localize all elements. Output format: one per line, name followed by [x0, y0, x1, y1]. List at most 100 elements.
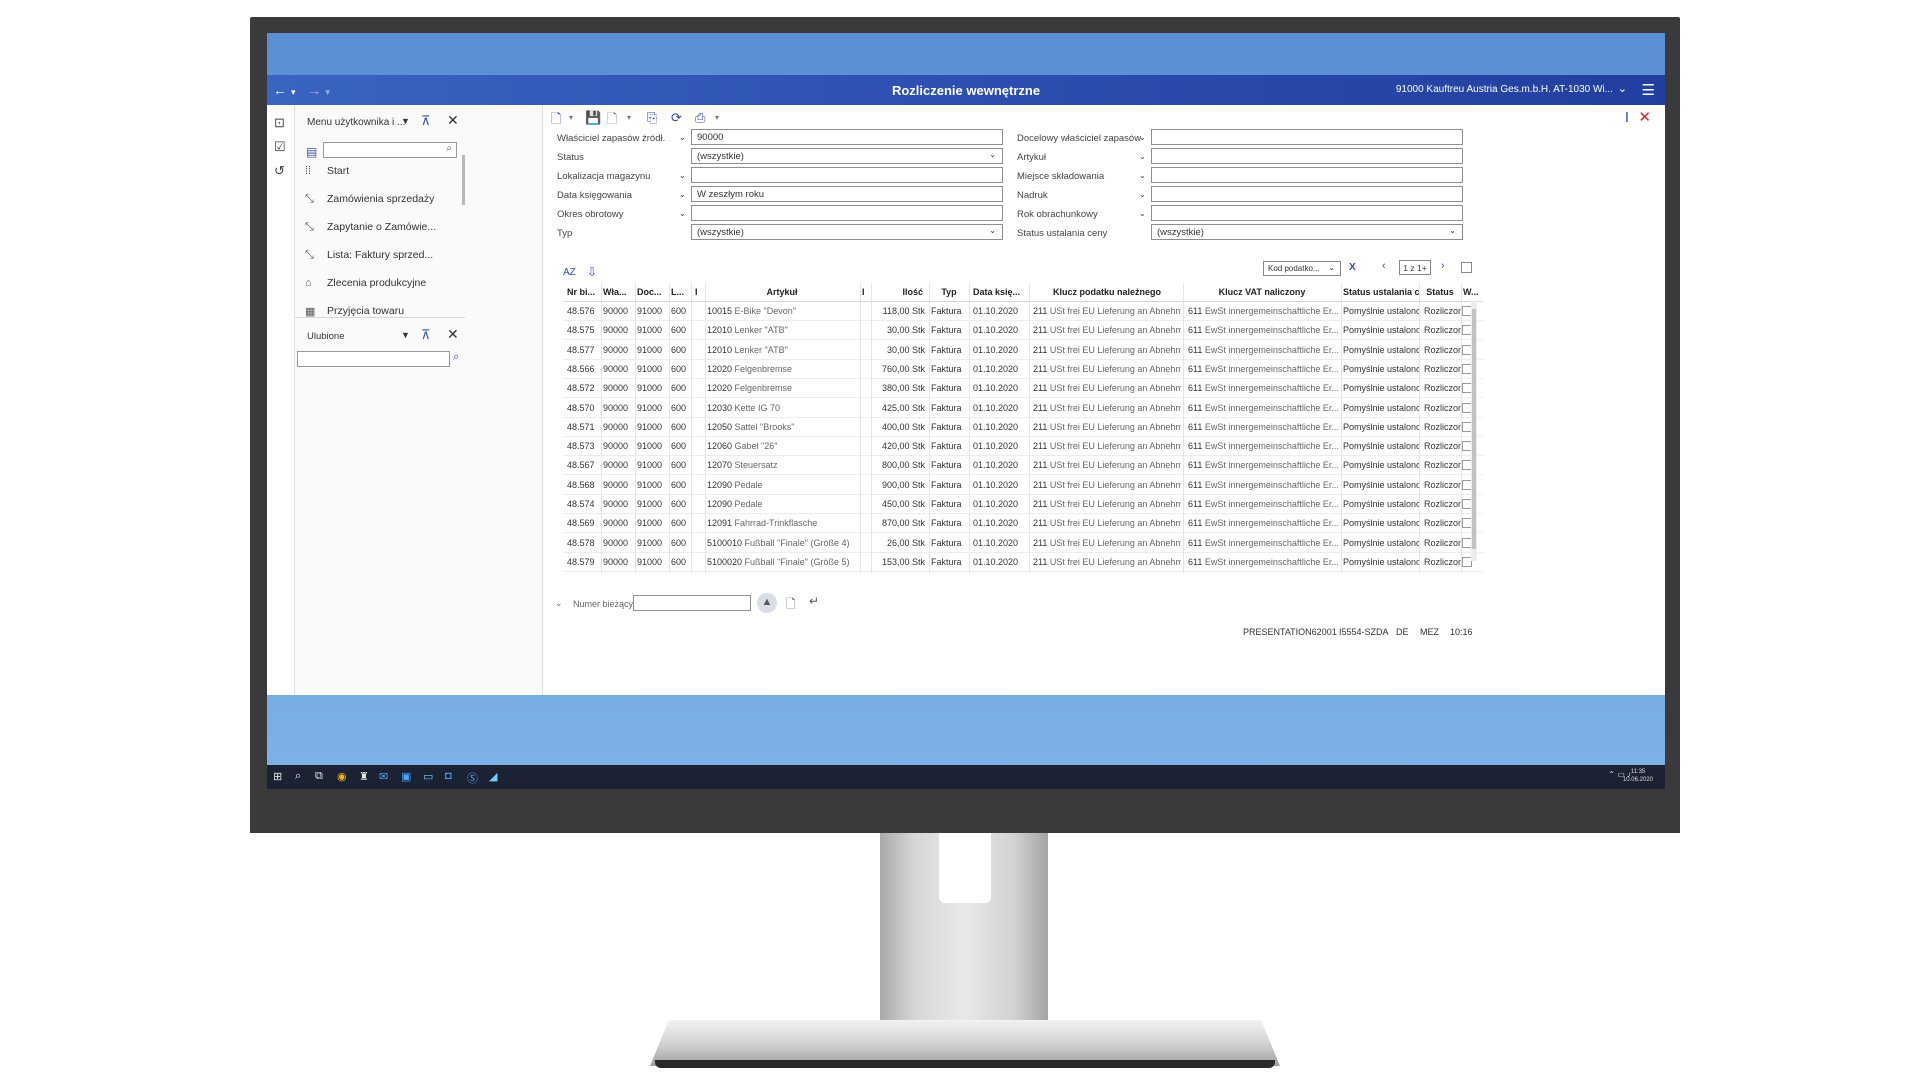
caret-down-icon[interactable]: ▼ — [401, 330, 410, 340]
column-header[interactable]: Typ — [931, 287, 967, 297]
text-cursor-icon[interactable]: Ⅰ — [1625, 109, 1629, 126]
column-header[interactable]: Klucz podatku należnego — [1031, 287, 1183, 297]
chevron-down-icon[interactable]: ⌄ — [679, 209, 686, 218]
mail-icon[interactable]: ✉ — [379, 770, 388, 783]
menu-item-sales-invoices[interactable]: ⤡ Lista: Faktury sprzed... — [305, 245, 455, 265]
column-header[interactable]: Doc... — [637, 287, 663, 297]
chevron-left-icon[interactable]: ‹ — [1382, 260, 1386, 272]
chevron-right-icon[interactable]: › — [1441, 260, 1445, 272]
column-header[interactable]: Nr bi... — [567, 287, 597, 297]
clipboard-check-icon[interactable]: ☑ — [274, 139, 286, 155]
chevron-down-icon[interactable]: ⌄ — [679, 133, 686, 142]
column-header[interactable]: Klucz VAT naliczony — [1185, 287, 1339, 297]
fiscal-period-input[interactable] — [691, 205, 1003, 221]
status-select[interactable]: (wszystkie) ⌄ — [691, 148, 1003, 164]
chevron-down-icon[interactable]: ⌄ — [1328, 263, 1335, 272]
select-all-checkbox[interactable] — [1461, 262, 1472, 273]
menu-item-order-inquiry[interactable]: ⤡ Zapytanie o Zamówie... — [305, 217, 455, 237]
favorites-header[interactable]: Ulubione — [307, 331, 345, 342]
print-input[interactable] — [1151, 186, 1463, 202]
hamburger-menu-icon[interactable]: ☰ — [1642, 81, 1655, 99]
posting-date-input[interactable]: W zeszłym roku — [691, 186, 1003, 202]
column-header[interactable]: I — [695, 287, 703, 297]
caret-down-icon[interactable]: ▾ — [627, 113, 631, 122]
table-row[interactable]: 48.576 90000 91000 600 10015 E-Bike "Devon" 1… — [563, 302, 1483, 321]
page-indicator[interactable]: 1 z 1+ — [1399, 260, 1431, 275]
caret-down-icon[interactable]: ▾ — [715, 113, 719, 122]
unpin-icon[interactable]: ⊼ — [421, 327, 431, 343]
outlook-icon[interactable]: ◘ — [445, 770, 452, 782]
chevron-down-icon[interactable]: ⌄ — [555, 598, 563, 609]
chevron-down-icon[interactable]: ⌄ — [1139, 190, 1146, 199]
menu-item-goods-receipts[interactable]: ▦ Przyjęcia towaru — [305, 301, 455, 321]
remote-desktop-icon[interactable]: ▭ — [423, 770, 433, 783]
menu-search-input[interactable]: ⌕ — [323, 142, 457, 158]
caret-down-icon[interactable]: ▾ — [569, 113, 573, 122]
print-icon[interactable]: ⎙ — [695, 110, 705, 126]
skype-icon[interactable]: Ⓢ — [467, 770, 478, 786]
column-select[interactable]: Kod podatko... ⌄ — [1263, 261, 1341, 276]
excel-export-icon[interactable]: X — [1349, 262, 1356, 273]
table-scrollbar[interactable] — [1471, 301, 1477, 561]
refresh-icon[interactable]: ⟳ — [671, 110, 682, 126]
table-row[interactable]: 48.573 90000 91000 600 12060 Gabel "26" 420,0… — [563, 437, 1483, 457]
column-header[interactable]: Data księ... — [973, 287, 1023, 297]
chevron-down-icon[interactable]: ⌄ — [679, 190, 686, 199]
warehouse-location-input[interactable] — [691, 167, 1003, 183]
table-row[interactable]: 48.577 90000 91000 600 12010 Lenker "ATB" 30,… — [563, 340, 1483, 360]
source-owner-input[interactable]: 90000 — [691, 129, 1003, 145]
chevron-down-icon[interactable]: ⌄ — [1139, 171, 1146, 180]
fiscal-year-input[interactable] — [1151, 205, 1463, 221]
column-header[interactable]: W... — [1463, 287, 1481, 297]
chevron-down-icon[interactable]: ⌄ — [989, 150, 996, 159]
user-menu-header[interactable]: Menu użytkownika i ... — [307, 117, 405, 128]
new-document-icon[interactable]: 🗋 — [551, 110, 561, 132]
column-header[interactable]: Status ustalania c... — [1343, 287, 1419, 297]
table-row[interactable]: 48.567 90000 91000 600 12070 Steuersatz 800,0… — [563, 456, 1483, 476]
column-header[interactable]: L... — [671, 287, 687, 297]
close-icon[interactable]: ✕ — [447, 326, 459, 343]
chevron-down-icon[interactable]: ⌄ — [1139, 133, 1146, 142]
chevron-down-icon[interactable]: ⌄ — [1139, 152, 1146, 161]
caret-down-icon[interactable]: ▼ — [401, 116, 410, 126]
table-row[interactable]: 48.579 90000 91000 600 5100020 Fußball "Fina… — [563, 553, 1483, 572]
copy-document-icon[interactable]: ⎘ — [647, 110, 657, 126]
chevron-down-icon[interactable]: ⌄ — [679, 171, 686, 180]
column-header[interactable]: Status — [1421, 287, 1459, 297]
app-icon[interactable]: ♜ — [359, 770, 369, 783]
list-view-icon[interactable]: ▤ — [306, 145, 317, 159]
menu-item-sales-orders[interactable]: ⤡ Zamówienia sprzedaży — [305, 189, 455, 209]
chevron-down-icon[interactable]: ⌄ — [1139, 209, 1146, 218]
table-row[interactable]: 48.572 90000 91000 600 12020 Felgenbremse 380… — [563, 379, 1483, 399]
inbox-icon[interactable]: ⊡ — [274, 115, 285, 131]
enter-icon[interactable]: ↵ — [809, 594, 819, 608]
delete-document-icon[interactable]: 🗋 — [607, 110, 617, 132]
search-icon[interactable]: ⌕ — [295, 770, 301, 783]
table-row[interactable]: 48.574 90000 91000 600 12090 Pedale 450,00 St… — [563, 495, 1483, 514]
warning-icon[interactable]: ▲ — [757, 593, 777, 613]
menu-item-production-orders[interactable]: ⌂ Zlecenia produkcyjne — [305, 273, 455, 293]
current-number-input[interactable] — [633, 595, 751, 611]
chevron-down-icon[interactable]: ⌄ — [989, 226, 996, 235]
table-row[interactable]: 48.566 90000 91000 600 12020 Felgenbremse 760… — [563, 360, 1483, 379]
table-row[interactable]: 48.568 90000 91000 600 12090 Pedale 900,00 St… — [563, 476, 1483, 495]
menu-scrollbar[interactable] — [462, 155, 465, 205]
table-row[interactable]: 48.570 90000 91000 600 12030 Kette IG 70 425,… — [563, 399, 1483, 418]
storage-place-input[interactable] — [1151, 167, 1463, 183]
table-row[interactable]: 48.571 90000 91000 600 12050 Sattel "Brooks"… — [563, 417, 1483, 437]
save-icon[interactable]: 💾 — [585, 110, 601, 126]
close-window-icon[interactable]: ✕ — [1638, 108, 1651, 126]
close-icon[interactable]: ✕ — [447, 112, 459, 129]
price-status-select[interactable]: (wszystkie) ⌄ — [1151, 224, 1463, 240]
company-selector[interactable]: 91000 Kauftreu Austria Ges.m.b.H. AT-103… — [1396, 84, 1613, 95]
column-header[interactable]: Ilość — [873, 287, 923, 297]
task-view-icon[interactable]: ⧉ — [315, 770, 323, 783]
column-header[interactable]: Artykuł — [707, 287, 857, 297]
article-input[interactable] — [1151, 148, 1463, 164]
unpin-icon[interactable]: ⊼ — [421, 113, 431, 129]
table-row[interactable]: 48.575 90000 91000 600 12010 Lenker "ATB" 30,… — [563, 321, 1483, 341]
column-header[interactable]: Wła... — [603, 287, 629, 297]
sort-down-icon[interactable]: ⇩ — [587, 265, 597, 279]
type-select[interactable]: (wszystkie) ⌄ — [691, 224, 1003, 240]
store-icon[interactable]: ▣ — [401, 770, 411, 783]
